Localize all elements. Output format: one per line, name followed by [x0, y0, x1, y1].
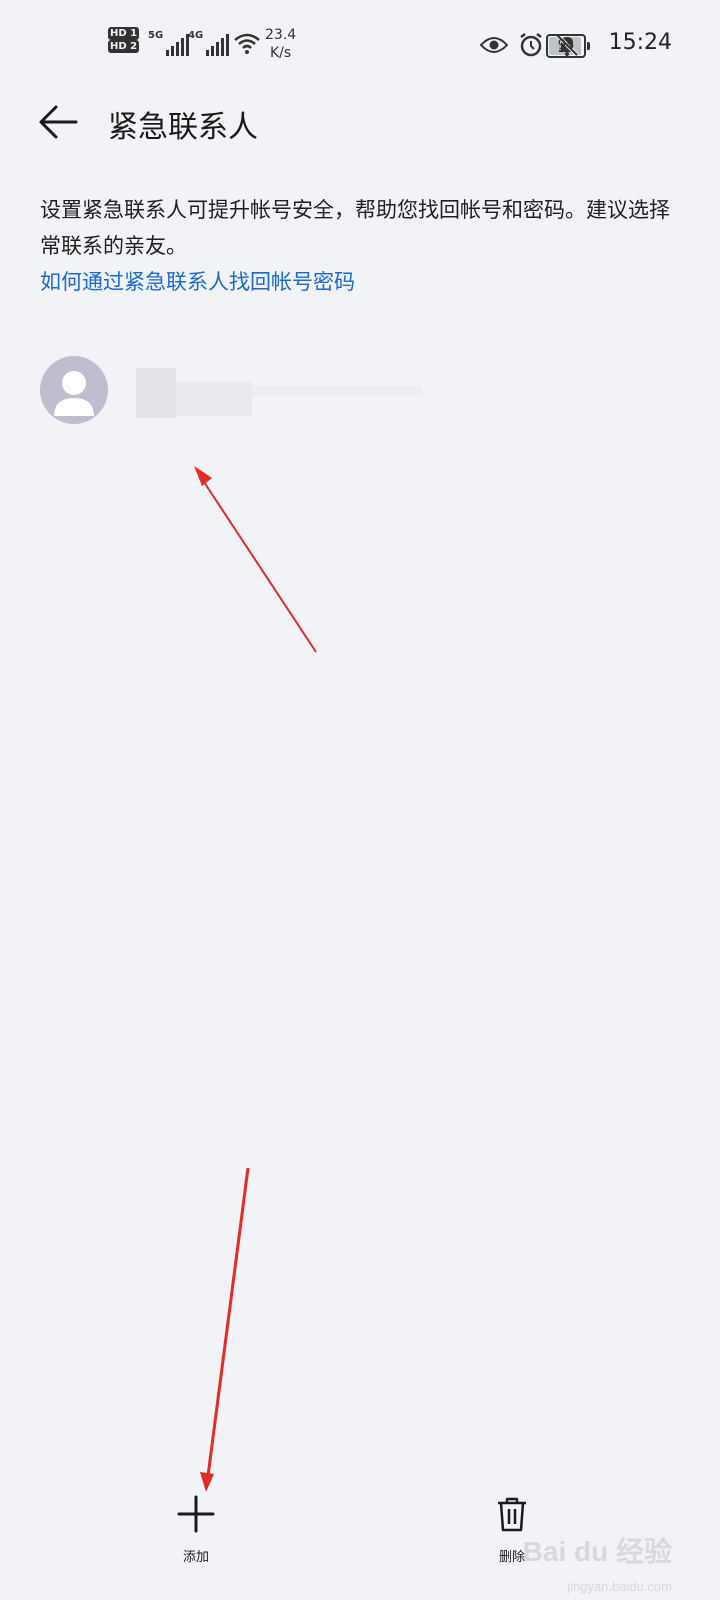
wifi-icon — [234, 33, 260, 54]
sim-indicators: HD 1 HD 2 — [108, 27, 142, 53]
bottom-toolbar: 添加 删除 Bai du 经验 jingyan.baidu.com — [0, 1480, 720, 1600]
speed-unit: K/s — [269, 45, 292, 61]
description-text: 设置紧急联系人可提升帐号安全，帮助您找回帐号和密码。建议选择常联系的亲友。 — [40, 198, 670, 258]
network-speed: 23.4 K/s — [265, 26, 296, 62]
sim2-indicator: HD 2 — [108, 40, 142, 53]
network-4g-label: 4G — [188, 30, 204, 41]
watermark-logo: Bai du 经验 — [522, 1536, 672, 1567]
watermark-url: jingyan.baidu.com — [567, 1579, 672, 1594]
sim1-label: HD 1 — [108, 27, 140, 40]
person-icon — [54, 371, 94, 416]
battery-level: 94 — [546, 34, 586, 58]
help-link[interactable]: 如何通过紧急联系人找回帐号密码 — [40, 266, 355, 296]
arrow-to-contact — [194, 466, 317, 653]
contact-item[interactable] — [40, 356, 680, 426]
back-arrow-icon — [39, 105, 78, 139]
status-bar: HD 1 HD 2 5G 4G 23.4 K/s 94 15:24 — [0, 0, 720, 90]
avatar — [40, 356, 108, 424]
signal-5g-icon: 5G — [148, 30, 190, 56]
battery-icon: 94 — [546, 34, 590, 58]
page-title: 紧急联系人 — [108, 110, 258, 145]
speed-value: 23.4 — [265, 27, 297, 43]
signal-4g-icon: 4G — [188, 30, 230, 56]
eye-icon — [480, 37, 508, 53]
app-bar: 紧急联系人 — [0, 92, 720, 152]
contact-name-redacted — [136, 360, 436, 420]
clock: 15:24 — [608, 30, 672, 55]
alarm-icon — [520, 33, 542, 57]
plus-icon — [177, 1495, 215, 1533]
trash-icon — [498, 1497, 526, 1532]
sim1-indicator: HD 1 — [108, 27, 142, 40]
sim2-label: HD 2 — [108, 40, 140, 53]
battery-percent: 94 — [557, 38, 575, 53]
back-button[interactable] — [36, 100, 80, 144]
arrow-to-add — [200, 1167, 250, 1492]
add-button[interactable]: 添加 — [162, 1494, 230, 1594]
network-5g-label: 5G — [148, 30, 164, 41]
add-label: 添加 — [182, 1550, 209, 1565]
